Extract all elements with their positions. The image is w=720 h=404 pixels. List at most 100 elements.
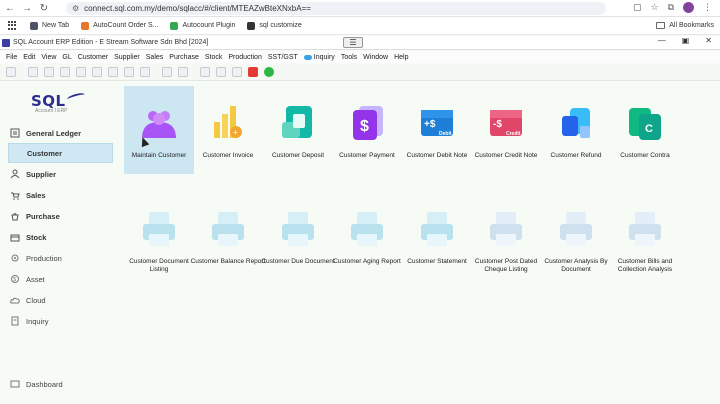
- sidebar-item-asset[interactable]: $ Asset: [8, 269, 113, 289]
- first-record-icon[interactable]: [28, 67, 38, 77]
- menu-edit[interactable]: Edit: [23, 54, 35, 61]
- minimize-icon[interactable]: —: [658, 36, 666, 45]
- menu-file[interactable]: File: [6, 54, 17, 61]
- tile-label: Customer Balance Report: [190, 258, 266, 265]
- youtube-icon[interactable]: [248, 67, 258, 77]
- tile-customer-analysis-by-document[interactable]: Customer Analysis By Document: [541, 210, 611, 290]
- forward-icon[interactable]: →: [20, 1, 34, 15]
- preview-icon[interactable]: [216, 67, 226, 77]
- tile-customer-post-dated-cheque-listing[interactable]: Customer Post Dated Cheque Listing: [471, 210, 541, 290]
- bookmark-autocount-order[interactable]: AutoCount Order S...: [81, 21, 158, 30]
- tile-label: Customer Credit Note: [474, 152, 538, 159]
- svg-text:Credit: Credit: [506, 131, 521, 137]
- tile-customer-statement[interactable]: Customer Statement: [402, 210, 472, 290]
- menu-inquiry[interactable]: Inquiry: [303, 54, 335, 61]
- tile-customer-deposit[interactable]: Customer Deposit: [263, 86, 333, 174]
- menu-view[interactable]: View: [41, 54, 56, 61]
- menu-production[interactable]: Production: [228, 54, 261, 61]
- sidebar-item-dashboard[interactable]: Dashboard: [8, 374, 113, 394]
- whatsapp-icon[interactable]: [264, 67, 274, 77]
- autocount-icon: [81, 21, 90, 30]
- search-icon[interactable]: [162, 67, 172, 77]
- menu-tools[interactable]: Tools: [341, 54, 357, 61]
- prev-record-icon[interactable]: [44, 67, 54, 77]
- delete-icon[interactable]: [140, 67, 150, 77]
- sidebar-item-label: Production: [26, 253, 62, 263]
- menu-purchase[interactable]: Purchase: [169, 54, 199, 61]
- tile-customer-balance-report[interactable]: Customer Balance Report: [190, 210, 266, 290]
- save-icon[interactable]: [124, 67, 134, 77]
- menu-supplier[interactable]: Supplier: [114, 54, 140, 61]
- export-icon[interactable]: [232, 67, 242, 77]
- sidebar-item-supplier[interactable]: Supplier: [8, 164, 113, 184]
- sidebar-item-cloud[interactable]: Cloud: [8, 290, 113, 310]
- menu-gl[interactable]: GL: [62, 54, 71, 61]
- sidebar-item-inquiry[interactable]: Inquiry: [8, 311, 113, 331]
- tile-label: Customer Invoice: [202, 152, 254, 159]
- menu-customer[interactable]: Customer: [78, 54, 108, 61]
- print-icon[interactable]: [200, 67, 210, 77]
- site-info-icon[interactable]: ⚙: [72, 4, 79, 13]
- tile-customer-payment[interactable]: $ Customer Payment: [332, 86, 402, 174]
- menu-stock[interactable]: Stock: [205, 54, 223, 61]
- address-bar[interactable]: ⚙ connect.sql.com.my/demo/sqlacc/#/clien…: [66, 2, 606, 15]
- analysis-by-document-icon: [556, 210, 596, 250]
- sidebar-item-purchase[interactable]: Purchase: [8, 206, 113, 226]
- menu-dots-icon[interactable]: ⋮: [703, 2, 712, 13]
- extensions-icon[interactable]: ⧉: [668, 2, 674, 13]
- cast-icon[interactable]: ▢: [633, 2, 642, 13]
- sidebar: SQL Account I ERP General Ledger Custome…: [0, 82, 120, 404]
- bookmark-sql-customize[interactable]: sql customize: [247, 21, 302, 30]
- sidebar-item-label: Asset: [26, 274, 45, 284]
- edit-record-icon[interactable]: [108, 67, 118, 77]
- app-title-bar: SQL Account ERP Edition - E Stream Softw…: [0, 36, 720, 50]
- tile-customer-document-listing[interactable]: Customer Document Listing: [124, 210, 194, 290]
- customer-contra-icon: C: [625, 104, 665, 144]
- sidebar-item-label: Purchase: [26, 211, 60, 221]
- tile-customer-debit-note[interactable]: +$ Debit Customer Debit Note: [402, 86, 472, 174]
- reload-icon[interactable]: ↻: [37, 1, 51, 15]
- last-record-icon[interactable]: [76, 67, 86, 77]
- menu-help[interactable]: Help: [394, 54, 408, 61]
- tile-label: Customer Analysis By Document: [544, 258, 608, 273]
- tile-customer-aging-report[interactable]: Customer Aging Report: [332, 210, 402, 290]
- sidebar-item-sales[interactable]: Sales: [8, 185, 113, 205]
- tile-customer-refund[interactable]: Customer Refund: [541, 86, 611, 174]
- bookmarks-bar: New Tab AutoCount Order S... Autocount P…: [0, 17, 720, 35]
- hamburger-icon[interactable]: ☰: [343, 37, 363, 48]
- svg-text:+$: +$: [424, 119, 436, 130]
- close-icon[interactable]: ✕: [705, 36, 712, 45]
- bookmark-label: Autocount Plugin: [182, 22, 236, 29]
- home-icon[interactable]: [6, 67, 16, 77]
- document-listing-icon: [139, 210, 179, 250]
- menu-window[interactable]: Window: [363, 54, 388, 61]
- tile-maintain-customer[interactable]: Maintain Customer: [124, 86, 194, 174]
- folder-icon: [656, 22, 666, 29]
- next-record-icon[interactable]: [60, 67, 70, 77]
- refresh-icon[interactable]: [178, 67, 188, 77]
- menu-sales[interactable]: Sales: [146, 54, 164, 61]
- tile-customer-invoice[interactable]: + Customer Invoice: [193, 86, 263, 174]
- avatar[interactable]: C: [683, 2, 694, 13]
- star-icon[interactable]: ☆: [650, 2, 658, 13]
- maximize-icon[interactable]: ▣: [682, 36, 690, 45]
- svg-text:C: C: [645, 123, 653, 135]
- tile-customer-contra[interactable]: C Customer Contra: [610, 86, 680, 174]
- sidebar-item-production[interactable]: Production: [8, 248, 113, 268]
- toolbar: [0, 64, 720, 81]
- all-bookmarks[interactable]: All Bookmarks: [656, 22, 714, 29]
- bookmark-autocount-plugin[interactable]: Autocount Plugin: [170, 21, 236, 30]
- tile-customer-bills-collection-analysis[interactable]: Customer Bills and Collection Analysis: [610, 210, 680, 290]
- new-record-icon[interactable]: [92, 67, 102, 77]
- menu-sst-gst[interactable]: SST/GST: [268, 54, 298, 61]
- sidebar-item-customer[interactable]: Customer: [8, 143, 113, 163]
- back-icon[interactable]: ←: [3, 1, 17, 15]
- bookmark-new-tab[interactable]: New Tab: [30, 21, 69, 30]
- sidebar-item-stock[interactable]: Stock: [8, 227, 113, 247]
- brand-logo: SQL Account I ERP: [31, 91, 91, 116]
- tile-customer-due-document[interactable]: Customer Due Document: [261, 210, 335, 290]
- tile-customer-credit-note[interactable]: -$ Credit Customer Credit Note: [471, 86, 541, 174]
- tile-label: Customer Deposit: [271, 152, 325, 159]
- sidebar-item-general-ledger[interactable]: General Ledger: [8, 123, 113, 143]
- apps-icon[interactable]: [8, 20, 18, 31]
